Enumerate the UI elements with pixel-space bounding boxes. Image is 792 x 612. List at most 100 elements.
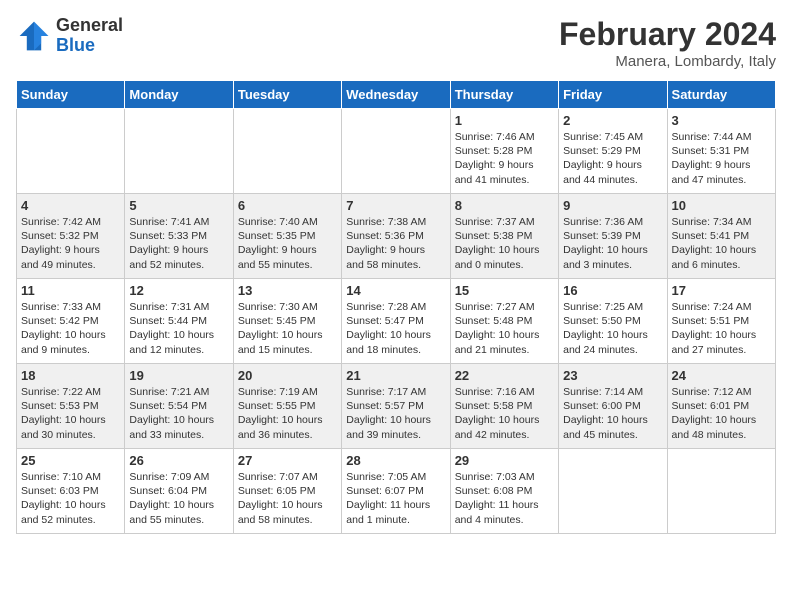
day-info: Sunrise: 7:25 AM (563, 300, 662, 314)
day-info: Sunset: 5:28 PM (455, 144, 554, 158)
day-info: and 3 minutes. (563, 258, 662, 272)
calendar-cell: 5Sunrise: 7:41 AMSunset: 5:33 PMDaylight… (125, 194, 233, 279)
day-number: 14 (346, 283, 445, 298)
day-number: 18 (21, 368, 120, 383)
calendar-cell: 25Sunrise: 7:10 AMSunset: 6:03 PMDayligh… (17, 449, 125, 534)
day-info: Daylight: 10 hours (563, 243, 662, 257)
calendar-cell: 7Sunrise: 7:38 AMSunset: 5:36 PMDaylight… (342, 194, 450, 279)
day-info: and 1 minute. (346, 513, 445, 527)
main-title: February 2024 (559, 16, 776, 53)
week-row-3: 11Sunrise: 7:33 AMSunset: 5:42 PMDayligh… (17, 279, 776, 364)
day-number: 15 (455, 283, 554, 298)
calendar-cell: 4Sunrise: 7:42 AMSunset: 5:32 PMDaylight… (17, 194, 125, 279)
header-cell-tuesday: Tuesday (233, 81, 341, 109)
logo-text: General Blue (56, 16, 123, 56)
day-info: Daylight: 11 hours (455, 498, 554, 512)
day-number: 22 (455, 368, 554, 383)
day-info: Sunrise: 7:12 AM (672, 385, 771, 399)
day-info: and 49 minutes. (21, 258, 120, 272)
calendar-cell: 16Sunrise: 7:25 AMSunset: 5:50 PMDayligh… (559, 279, 667, 364)
day-info: Daylight: 10 hours (238, 498, 337, 512)
day-info: Sunset: 5:48 PM (455, 314, 554, 328)
day-info: Sunset: 5:57 PM (346, 399, 445, 413)
day-info: and 21 minutes. (455, 343, 554, 357)
day-info: Sunrise: 7:07 AM (238, 470, 337, 484)
header-cell-wednesday: Wednesday (342, 81, 450, 109)
day-info: Daylight: 10 hours (563, 328, 662, 342)
calendar-cell: 19Sunrise: 7:21 AMSunset: 5:54 PMDayligh… (125, 364, 233, 449)
day-info: and 18 minutes. (346, 343, 445, 357)
calendar-cell: 15Sunrise: 7:27 AMSunset: 5:48 PMDayligh… (450, 279, 558, 364)
day-info: Sunset: 5:32 PM (21, 229, 120, 243)
day-info: Sunset: 5:29 PM (563, 144, 662, 158)
day-info: Daylight: 9 hours (129, 243, 228, 257)
day-info: and 12 minutes. (129, 343, 228, 357)
day-info: Sunset: 5:41 PM (672, 229, 771, 243)
day-info: Sunrise: 7:31 AM (129, 300, 228, 314)
subtitle: Manera, Lombardy, Italy (559, 53, 776, 70)
day-info: Sunrise: 7:17 AM (346, 385, 445, 399)
day-info: Daylight: 10 hours (129, 498, 228, 512)
day-info: Daylight: 9 hours (672, 158, 771, 172)
day-info: Sunrise: 7:09 AM (129, 470, 228, 484)
logo-icon (16, 18, 52, 54)
calendar-cell: 8Sunrise: 7:37 AMSunset: 5:38 PMDaylight… (450, 194, 558, 279)
day-info: Sunset: 5:35 PM (238, 229, 337, 243)
day-info: and 27 minutes. (672, 343, 771, 357)
day-info: Sunset: 5:47 PM (346, 314, 445, 328)
header-cell-friday: Friday (559, 81, 667, 109)
day-info: and 48 minutes. (672, 428, 771, 442)
day-number: 11 (21, 283, 120, 298)
calendar-cell: 20Sunrise: 7:19 AMSunset: 5:55 PMDayligh… (233, 364, 341, 449)
day-info: Sunrise: 7:41 AM (129, 215, 228, 229)
day-info: Daylight: 10 hours (129, 413, 228, 427)
calendar-cell: 23Sunrise: 7:14 AMSunset: 6:00 PMDayligh… (559, 364, 667, 449)
calendar-cell (125, 109, 233, 194)
day-number: 1 (455, 113, 554, 128)
calendar-cell: 3Sunrise: 7:44 AMSunset: 5:31 PMDaylight… (667, 109, 775, 194)
day-number: 12 (129, 283, 228, 298)
day-info: and 58 minutes. (346, 258, 445, 272)
day-info: Daylight: 11 hours (346, 498, 445, 512)
day-info: Sunrise: 7:38 AM (346, 215, 445, 229)
day-info: Daylight: 10 hours (346, 328, 445, 342)
week-row-5: 25Sunrise: 7:10 AMSunset: 6:03 PMDayligh… (17, 449, 776, 534)
day-info: and 55 minutes. (129, 513, 228, 527)
day-number: 24 (672, 368, 771, 383)
day-info: Sunset: 5:54 PM (129, 399, 228, 413)
calendar-cell: 22Sunrise: 7:16 AMSunset: 5:58 PMDayligh… (450, 364, 558, 449)
day-number: 29 (455, 453, 554, 468)
calendar-cell (667, 449, 775, 534)
day-info: Sunrise: 7:46 AM (455, 130, 554, 144)
day-info: and 24 minutes. (563, 343, 662, 357)
day-info: Sunset: 5:53 PM (21, 399, 120, 413)
calendar-cell: 29Sunrise: 7:03 AMSunset: 6:08 PMDayligh… (450, 449, 558, 534)
day-info: and 52 minutes. (129, 258, 228, 272)
day-info: Daylight: 10 hours (455, 243, 554, 257)
header-row: SundayMondayTuesdayWednesdayThursdayFrid… (17, 81, 776, 109)
day-info: Sunrise: 7:21 AM (129, 385, 228, 399)
day-info: Sunset: 5:58 PM (455, 399, 554, 413)
day-info: Sunset: 6:08 PM (455, 484, 554, 498)
day-info: Daylight: 9 hours (346, 243, 445, 257)
day-info: and 47 minutes. (672, 173, 771, 187)
calendar-cell: 11Sunrise: 7:33 AMSunset: 5:42 PMDayligh… (17, 279, 125, 364)
day-info: Daylight: 10 hours (672, 413, 771, 427)
calendar-cell (17, 109, 125, 194)
day-info: Daylight: 10 hours (21, 413, 120, 427)
day-info: Sunset: 5:45 PM (238, 314, 337, 328)
day-number: 16 (563, 283, 662, 298)
day-info: Daylight: 10 hours (21, 328, 120, 342)
day-info: and 0 minutes. (455, 258, 554, 272)
day-info: Daylight: 10 hours (238, 413, 337, 427)
day-info: Sunrise: 7:22 AM (21, 385, 120, 399)
day-number: 2 (563, 113, 662, 128)
day-number: 25 (21, 453, 120, 468)
day-info: Sunrise: 7:37 AM (455, 215, 554, 229)
calendar-cell: 24Sunrise: 7:12 AMSunset: 6:01 PMDayligh… (667, 364, 775, 449)
day-info: and 52 minutes. (21, 513, 120, 527)
day-info: Sunrise: 7:16 AM (455, 385, 554, 399)
day-info: Sunrise: 7:34 AM (672, 215, 771, 229)
day-info: and 39 minutes. (346, 428, 445, 442)
day-info: and 44 minutes. (563, 173, 662, 187)
